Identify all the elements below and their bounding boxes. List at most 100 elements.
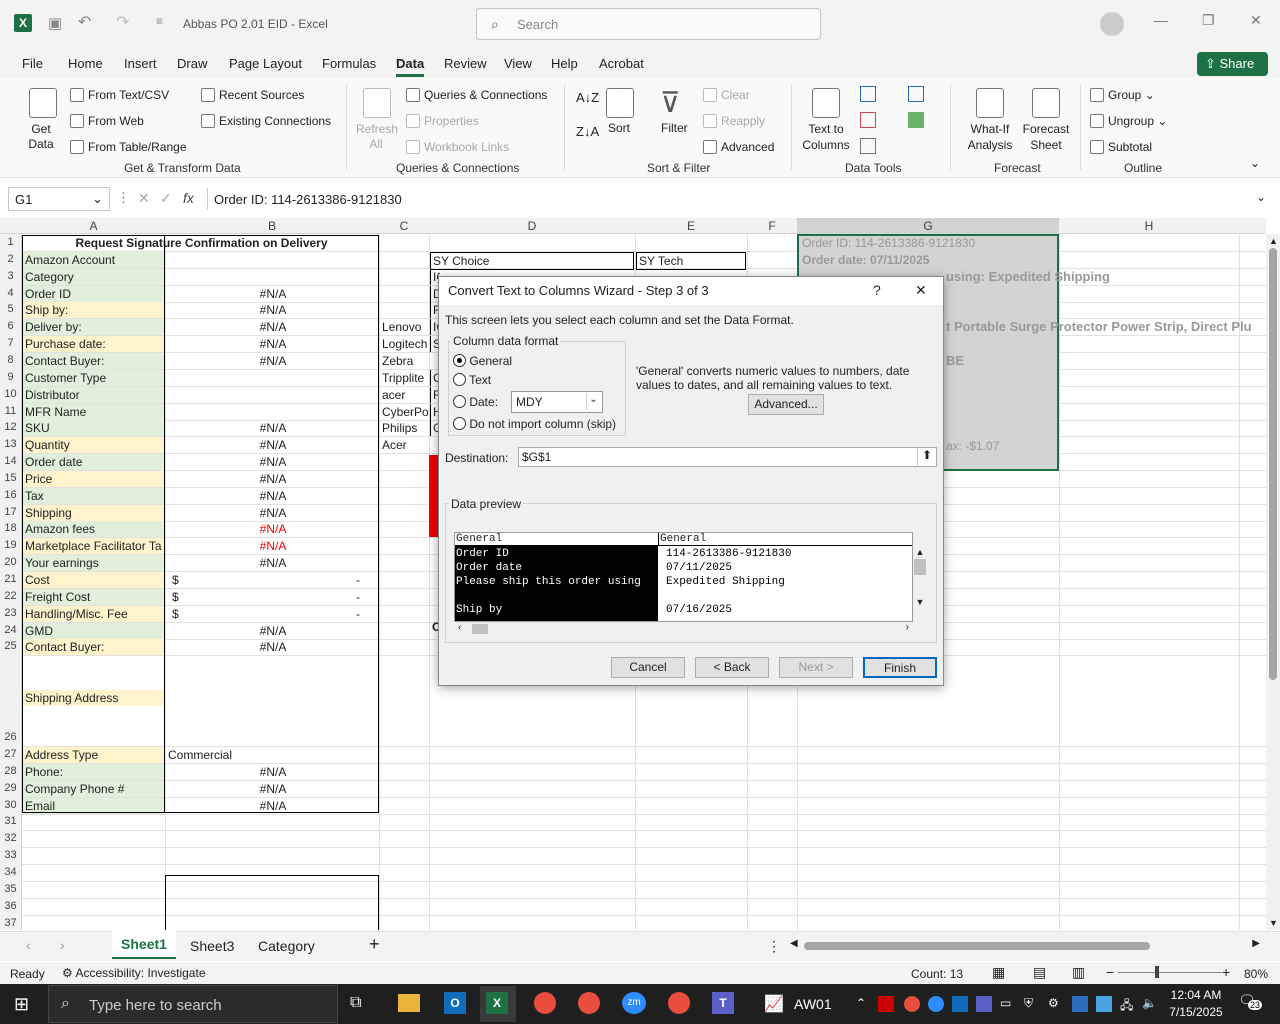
sheet-tab-sheet1[interactable]: Sheet1 — [112, 931, 176, 959]
row-header-22[interactable]: 22 — [0, 590, 21, 602]
tab-data[interactable]: Data — [396, 56, 424, 71]
preview-header-col1[interactable]: General — [455, 533, 658, 546]
taskbar-search[interactable]: ⌕ Type here to search — [48, 985, 338, 1023]
cell-a11[interactable]: MFR Name — [23, 404, 164, 420]
cell-b12[interactable]: #N/A — [166, 420, 378, 436]
cell-b4[interactable]: #N/A — [166, 286, 378, 302]
cell-b14[interactable]: #N/A — [166, 454, 378, 470]
zoom-slider[interactable] — [1118, 972, 1222, 973]
column-header-c[interactable]: C — [379, 219, 429, 233]
acrobat-tray-icon[interactable] — [878, 996, 894, 1012]
cell-a25[interactable]: Contact Buyer: — [23, 639, 164, 655]
insert-function-icon[interactable]: fx — [183, 190, 194, 206]
row-header-21[interactable]: 21 — [0, 573, 21, 585]
cell-a20[interactable]: Your earnings — [23, 555, 164, 571]
undo-icon[interactable]: ↶ — [78, 12, 91, 32]
cancel-button[interactable]: Cancel — [611, 657, 685, 678]
stock-label[interactable]: AW01 — [794, 996, 832, 1012]
cell-a29[interactable]: Company Phone # — [23, 781, 164, 797]
row-header-5[interactable]: 5 — [0, 303, 21, 315]
cancel-entry-icon[interactable]: ✕ — [138, 190, 150, 207]
row-header-11[interactable]: 11 — [0, 405, 21, 417]
cell-g8[interactable]: BE — [944, 353, 964, 369]
avatar[interactable] — [1100, 12, 1124, 36]
text-to-columns-button[interactable]: Text to Columns — [800, 121, 852, 153]
row-header-32[interactable]: 32 — [0, 832, 21, 844]
row-header-36[interactable]: 36 — [0, 900, 21, 912]
cell-b6[interactable]: #N/A — [166, 319, 378, 335]
column-header-e[interactable]: E — [635, 219, 747, 233]
cell-b18[interactable]: #N/A — [166, 521, 378, 537]
sheet-tab-category[interactable]: Category — [258, 938, 315, 954]
row-header-1[interactable]: 1 — [0, 236, 21, 248]
flash-fill-icon[interactable] — [860, 86, 876, 102]
sort-az-icon[interactable]: A↓Z — [576, 90, 599, 105]
cell-a21[interactable]: Cost — [23, 572, 164, 588]
zoom-app-icon[interactable]: zm — [622, 992, 646, 1014]
row-header-26[interactable]: 26 — [0, 731, 21, 743]
cell-e2[interactable]: SY Tech — [636, 252, 746, 270]
row-header-37[interactable]: 37 — [0, 917, 21, 929]
cell-a7[interactable]: Purchase date: — [23, 336, 164, 352]
cell-b8[interactable]: #N/A — [166, 353, 378, 369]
zoom-slider-thumb[interactable] — [1155, 966, 1159, 978]
cell-a27[interactable]: Address Type — [23, 747, 164, 763]
cell-b7[interactable]: #N/A — [166, 336, 378, 352]
cell-c12[interactable]: Philips — [380, 420, 429, 436]
teams-icon[interactable]: T — [712, 992, 734, 1014]
column-header-b[interactable]: B — [165, 219, 379, 233]
display-tray-icon[interactable]: ▭ — [1000, 996, 1011, 1010]
forecast-sheet-button[interactable]: Forecast Sheet — [1022, 121, 1070, 153]
row-header-29[interactable]: 29 — [0, 782, 21, 794]
chrome-alt-icon[interactable] — [668, 992, 690, 1014]
cell-b27[interactable]: Commercial — [166, 747, 378, 763]
zoom-tray-icon[interactable] — [928, 996, 944, 1012]
from-table-button[interactable]: From Table/Range — [70, 140, 187, 154]
what-if-button[interactable]: What-If Analysis — [960, 121, 1020, 153]
row-header-16[interactable]: 16 — [0, 489, 21, 501]
row-header-10[interactable]: 10 — [0, 388, 21, 400]
horizontal-scrollbar[interactable]: ◀ ▶ — [790, 938, 1260, 952]
excel-taskbar-icon[interactable]: X — [486, 992, 508, 1014]
cell-a18[interactable]: Amazon fees — [23, 521, 164, 537]
cell-a10[interactable]: Distributor — [23, 387, 164, 403]
relationships-icon[interactable] — [908, 112, 924, 128]
row-header-3[interactable]: 3 — [0, 270, 21, 282]
cell-a17[interactable]: Shipping — [23, 505, 164, 521]
cell-b15[interactable]: #N/A — [166, 471, 378, 487]
cell-a30[interactable]: Email — [23, 798, 164, 814]
redo-icon[interactable]: ↷ — [116, 12, 129, 32]
row-header-34[interactable]: 34 — [0, 866, 21, 878]
cell-a14[interactable]: Order date — [23, 454, 164, 470]
cell-b13[interactable]: #N/A — [166, 437, 378, 453]
workbook-links-button[interactable]: Workbook Links — [406, 140, 509, 154]
from-web-button[interactable]: From Web — [70, 114, 144, 128]
data-preview[interactable]: General General Order ID Order date Please… — [454, 532, 913, 622]
tab-page-layout[interactable]: Page Layout — [229, 56, 302, 71]
cell-b16[interactable]: #N/A — [166, 488, 378, 504]
accessibility-status[interactable]: ⚙ Accessibility: Investigate — [62, 966, 206, 980]
cell-a19[interactable]: Marketplace Facilitator Ta — [23, 538, 164, 554]
preview-hscroll[interactable]: ‹ › — [454, 622, 913, 636]
task-view-icon[interactable]: ⧉ — [350, 994, 361, 1012]
column-header-d[interactable]: D — [429, 219, 635, 233]
app-tray-icon[interactable] — [1096, 996, 1112, 1012]
collapse-dialog-icon[interactable]: ⬆ — [917, 448, 936, 466]
cell-b23[interactable]: $ — [166, 606, 378, 622]
column-header-g[interactable]: G — [797, 218, 1059, 234]
cell-a9[interactable]: Customer Type — [23, 370, 164, 386]
row-header-12[interactable]: 12 — [0, 421, 21, 433]
advanced-button[interactable]: Advanced... — [748, 394, 824, 415]
cell-b19[interactable]: #N/A — [166, 538, 378, 554]
tab-file[interactable]: File — [22, 56, 43, 71]
radio-general[interactable]: General — [453, 354, 512, 368]
cell-a8[interactable]: Contact Buyer: — [23, 353, 164, 369]
radio-skip[interactable]: Do not import column (skip) — [453, 417, 616, 431]
row-header-33[interactable]: 33 — [0, 849, 21, 861]
cell-g3[interactable]: using: Expedited Shipping — [944, 269, 1110, 285]
subtotal-button[interactable]: Subtotal — [1090, 140, 1152, 154]
from-text-csv-button[interactable]: From Text/CSV — [70, 88, 169, 102]
cell-b20[interactable]: #N/A — [166, 555, 378, 571]
tab-review[interactable]: Review — [444, 56, 487, 71]
tab-help[interactable]: Help — [551, 56, 578, 71]
